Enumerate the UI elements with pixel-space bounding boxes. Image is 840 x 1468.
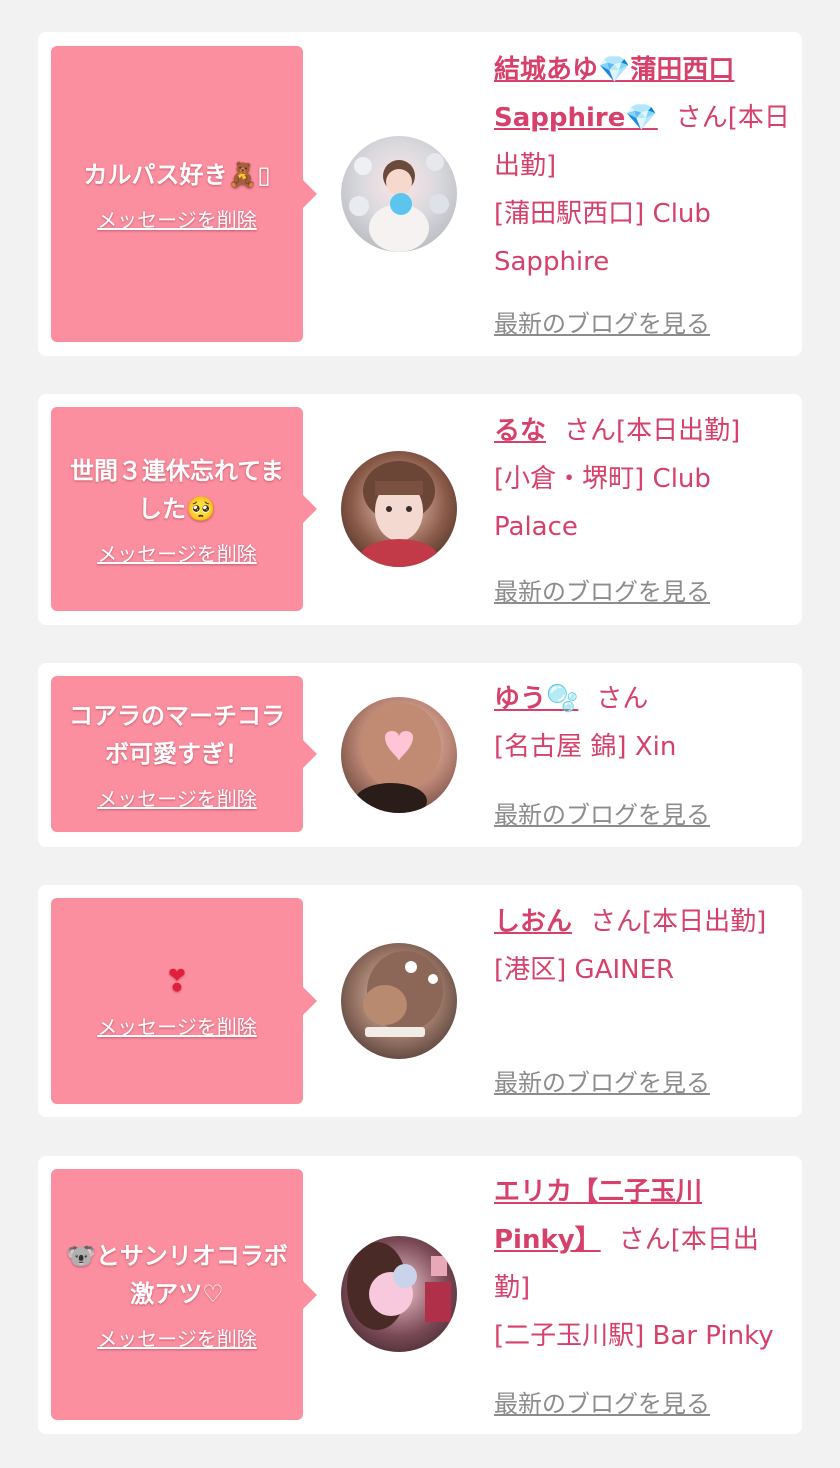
avatar-photo-icon [363, 951, 443, 1037]
latest-blog-link[interactable]: 最新のブログを見る [494, 795, 710, 830]
avatar[interactable] [341, 1236, 457, 1352]
girl-info: 結城あゆ💎蒲田西口Sapphire💎 さん[本日出勤] [蒲田駅西口] Club … [494, 46, 794, 286]
message-text: ❣ [164, 963, 190, 999]
girl-status: さん[本日出勤] [564, 416, 741, 446]
delete-message-link[interactable]: メッセージを削除 [97, 538, 257, 567]
message-text: コアラのマーチコラボ可愛すぎ！ [69, 701, 285, 768]
message-bubble: カルパス好き🧸▯ メッセージを削除 [51, 46, 317, 342]
delete-message-link[interactable]: メッセージを削除 [97, 1011, 257, 1040]
message-bubble: ❣ メッセージを削除 [51, 898, 317, 1104]
girl-name-link[interactable]: るな [494, 416, 546, 446]
message-text: 🐨とサンリオコラボ激アツ♡ [66, 1242, 288, 1308]
latest-blog-link[interactable]: 最新のブログを見る [494, 1063, 710, 1098]
girl-info: エリカ【二子玉川Pinky】 さん[本日出勤] [二子玉川駅] Bar Pinky [494, 1168, 794, 1360]
avatar-photo-icon [355, 703, 441, 813]
girl-info: ゆう🫧 さん [名古屋 錦] Xin [494, 675, 794, 771]
message-bubble: 🐨とサンリオコラボ激アツ♡ メッセージを削除 [51, 1169, 317, 1420]
delete-message-link[interactable]: メッセージを削除 [97, 204, 257, 233]
message-text: 世間３連休忘れてました🥺 [69, 456, 285, 523]
message-card: カルパス好き🧸▯ メッセージを削除 結城あゆ💎蒲田西口Sapphire💎 さん[本… [38, 32, 802, 356]
avatar[interactable] [341, 697, 457, 813]
girl-status: さん[本日出勤] [590, 907, 767, 937]
girl-name-link[interactable]: ゆう🫧 [494, 684, 578, 714]
shop-name: [港区] GAINER [494, 955, 675, 985]
delete-message-link[interactable]: メッセージを削除 [97, 783, 257, 812]
shop-name: [二子玉川駅] Bar Pinky [494, 1321, 774, 1351]
message-card: 世間３連休忘れてました🥺 メッセージを削除 るな さん[本日出勤] [小倉・堺町]… [38, 394, 802, 625]
latest-blog-link[interactable]: 最新のブログを見る [494, 572, 710, 607]
shop-name: [小倉・堺町] Club Palace [494, 464, 711, 542]
avatar[interactable] [341, 451, 457, 567]
girl-info: しおん さん[本日出勤] [港区] GAINER [494, 898, 794, 994]
girl-info: るな さん[本日出勤] [小倉・堺町] Club Palace [494, 407, 794, 551]
avatar-photo-icon [359, 461, 439, 567]
message-card: コアラのマーチコラボ可愛すぎ！ メッセージを削除 ゆう🫧 さん [名古屋 錦] X… [38, 663, 802, 847]
delete-message-link[interactable]: メッセージを削除 [97, 1323, 257, 1352]
avatar-photo-icon [349, 153, 449, 252]
avatar[interactable] [341, 943, 457, 1059]
avatar-photo-icon [347, 1242, 451, 1330]
avatar[interactable] [341, 136, 457, 252]
girl-status: さん [596, 684, 649, 714]
message-bubble: コアラのマーチコラボ可愛すぎ！ メッセージを削除 [51, 676, 317, 832]
shop-name: [蒲田駅西口] Club Sapphire [494, 199, 711, 277]
message-bubble: 世間３連休忘れてました🥺 メッセージを削除 [51, 407, 317, 611]
latest-blog-link[interactable]: 最新のブログを見る [494, 1384, 710, 1419]
latest-blog-link[interactable]: 最新のブログを見る [494, 304, 710, 339]
girl-name-link[interactable]: しおん [494, 907, 572, 937]
message-text: カルパス好き🧸▯ [83, 160, 271, 189]
message-card: ❣ メッセージを削除 しおん さん[本日出勤] [港区] GAINER 最新のブロ… [38, 885, 802, 1117]
shop-name: [名古屋 錦] Xin [494, 732, 677, 762]
message-card: 🐨とサンリオコラボ激アツ♡ メッセージを削除 エリカ【二子玉川Pinky】 さん[… [38, 1156, 802, 1434]
